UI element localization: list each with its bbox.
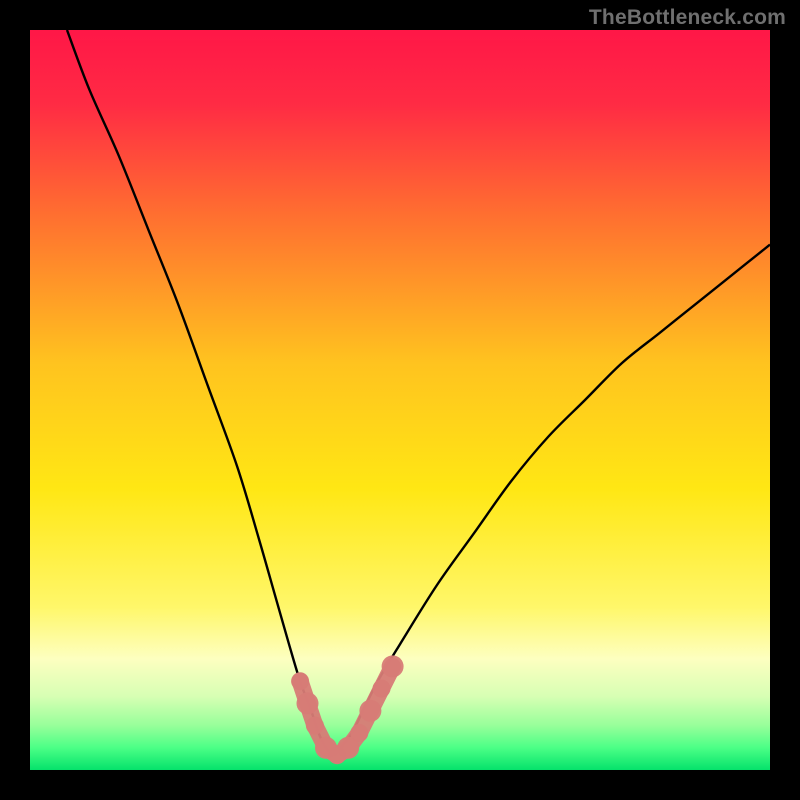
marker-dot: [373, 680, 391, 698]
marker-dot: [350, 724, 368, 742]
marker-dot: [359, 700, 381, 722]
marker-dot: [306, 717, 324, 735]
marker-dot: [291, 672, 309, 690]
watermark-text: TheBottleneck.com: [589, 6, 786, 30]
plot-area: [30, 30, 770, 770]
chart-frame: TheBottleneck.com: [0, 0, 800, 800]
marker-dot: [382, 655, 404, 677]
chart-svg: [30, 30, 770, 770]
marker-dot: [297, 692, 319, 714]
